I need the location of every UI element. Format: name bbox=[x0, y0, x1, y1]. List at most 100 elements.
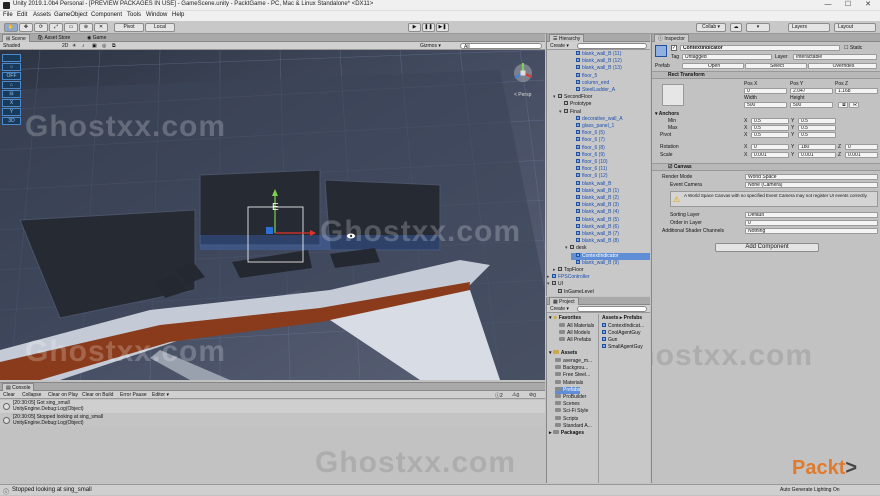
blueprint-button[interactable]: ⧈ bbox=[838, 102, 848, 108]
scene-overlay-toggle-4[interactable]: ⌂ bbox=[2, 81, 21, 89]
tag-dropdown[interactable]: Untagged bbox=[682, 54, 772, 60]
menu-help[interactable]: Help bbox=[172, 12, 184, 18]
menu-tools[interactable]: Tools bbox=[127, 12, 141, 18]
menu-file[interactable]: File bbox=[3, 12, 13, 18]
anchor-max-y-field[interactable]: 0.5 bbox=[798, 125, 836, 131]
favorites-item[interactable]: All Materials bbox=[559, 323, 594, 330]
hierarchy-item[interactable]: SteelLadder_A bbox=[571, 87, 650, 94]
play-button[interactable]: ▶ bbox=[408, 23, 421, 32]
hierarchy-item[interactable]: blank_wall_B bbox=[571, 180, 650, 188]
console-warning-count[interactable]: ⚠ 0 bbox=[512, 392, 519, 399]
anchor-min-y-field[interactable]: 0.5 bbox=[798, 118, 836, 124]
pivot-toggle[interactable]: Pivot bbox=[114, 23, 144, 32]
project-create-button[interactable]: Create ▾ bbox=[550, 306, 569, 312]
hierarchy-item[interactable]: floor_6 (10) bbox=[571, 159, 650, 166]
shading-dropdown[interactable]: Shaded bbox=[3, 43, 20, 49]
tab-asset-store[interactable]: 🛍 Asset Store bbox=[34, 34, 73, 42]
anchors-foldout[interactable]: ▾ Anchors bbox=[655, 111, 679, 117]
scene-overlay-toggle-5[interactable]: ⊟ bbox=[2, 90, 21, 98]
scene-overlay-toggle-x[interactable]: X bbox=[2, 99, 21, 107]
scene-overlay-toggle-off[interactable]: OFF bbox=[2, 72, 21, 80]
hierarchy-item[interactable]: glass_panel_1 bbox=[571, 123, 650, 130]
hierarchy-item[interactable]: blank_wall_B (12) bbox=[571, 58, 650, 65]
asset-folder-item[interactable]: ProBuilder bbox=[555, 394, 586, 401]
packages-header[interactable]: ▸ Packages bbox=[549, 430, 584, 437]
menu-window[interactable]: Window bbox=[146, 12, 167, 18]
custom-tool-button[interactable]: ✕ bbox=[94, 23, 108, 32]
hierarchy-item[interactable]: floor_6 (8) bbox=[571, 144, 650, 152]
shader-channels-dropdown[interactable]: Nothing bbox=[745, 228, 878, 234]
menu-gameobject[interactable]: GameObject bbox=[54, 12, 88, 18]
asset-folder-item[interactable]: Prefabs bbox=[555, 386, 581, 394]
tab-project[interactable]: ▦ Project bbox=[549, 297, 579, 305]
hierarchy-item[interactable]: blank_wall_B (13) bbox=[571, 65, 650, 72]
sorting-layer-dropdown[interactable]: Default bbox=[745, 212, 878, 218]
scale-tool-button[interactable]: ⤢ bbox=[49, 23, 63, 32]
hierarchy-item[interactable]: ▾ desk bbox=[565, 245, 650, 252]
hierarchy-item[interactable]: blank_wall_B (4) bbox=[571, 209, 650, 216]
minimize-button[interactable]: — bbox=[820, 0, 836, 10]
layout-dropdown[interactable]: Layout bbox=[834, 23, 876, 32]
pos-z-field[interactable]: 1.168 bbox=[835, 88, 878, 94]
persp-label[interactable]: < Persp bbox=[514, 92, 531, 98]
hierarchy-item[interactable]: blank_wall_B (5) bbox=[571, 216, 650, 224]
hierarchy-create-button[interactable]: Create ▾ bbox=[550, 43, 569, 49]
hierarchy-item[interactable]: blank_wall_B (1) bbox=[571, 187, 650, 195]
hierarchy-item[interactable]: Prototype bbox=[559, 101, 650, 108]
hierarchy-item[interactable]: blank_wall_B (8) bbox=[571, 238, 650, 245]
local-toggle[interactable]: Local bbox=[145, 23, 175, 32]
lighting-toggle-icon[interactable]: ☀ bbox=[72, 43, 76, 49]
pos-y-field[interactable]: 2.047 bbox=[790, 88, 833, 94]
audio-toggle-icon[interactable]: ♪ bbox=[82, 43, 85, 49]
hierarchy-item[interactable]: column_end bbox=[571, 79, 650, 87]
hierarchy-item[interactable]: ▸ TopFloor bbox=[553, 267, 650, 274]
render-mode-dropdown[interactable]: World Space bbox=[745, 174, 878, 180]
console-entry[interactable]: [20:30:05] Stopped looking at sing_small… bbox=[0, 414, 545, 427]
move-tool-button[interactable]: ✥ bbox=[19, 23, 33, 32]
hierarchy-item[interactable]: blank_wall_B (3) bbox=[571, 202, 650, 209]
prefab-open-button[interactable]: Open bbox=[682, 63, 744, 69]
scene-overlay-toggle-y[interactable]: Y bbox=[2, 108, 21, 116]
width-field[interactable]: 500 bbox=[744, 102, 787, 108]
hierarchy-search-input[interactable] bbox=[577, 43, 647, 49]
transform-tool-button[interactable]: ⊕ bbox=[79, 23, 93, 32]
prefab-item[interactable]: CoolAgentGuy bbox=[602, 330, 641, 337]
console-error-count[interactable]: ⊘ 0 bbox=[529, 392, 536, 399]
rotation-z-field[interactable]: 0 bbox=[845, 144, 878, 150]
console-info-count[interactable]: ⓘ 2 bbox=[495, 392, 503, 399]
scale-y-field[interactable]: 0.001 bbox=[798, 152, 836, 158]
hierarchy-item[interactable]: floor_6 (11) bbox=[571, 166, 650, 173]
hierarchy-item[interactable]: floor_5 bbox=[571, 72, 650, 80]
pos-x-field[interactable]: 0 bbox=[744, 88, 787, 94]
gizmos-dropdown[interactable]: Gizmos ▾ bbox=[420, 43, 441, 49]
anchor-max-x-field[interactable]: 0.5 bbox=[751, 125, 789, 131]
asset-folder-item[interactable]: Scenes bbox=[555, 401, 580, 408]
pivot-x-field[interactable]: 0.5 bbox=[751, 132, 789, 138]
hierarchy-item[interactable]: blank_wall_B (7) bbox=[571, 231, 650, 238]
add-component-button[interactable]: Add Component bbox=[715, 243, 819, 252]
camera-dropdown-icon[interactable]: ⧉ bbox=[112, 43, 116, 49]
asset-folder-item[interactable]: Scripts bbox=[555, 415, 578, 423]
rect-transform-header[interactable]: Rect Transform bbox=[652, 71, 880, 79]
collab-dropdown[interactable]: Collab ▾ bbox=[696, 23, 726, 32]
console-clear-button[interactable]: Clear bbox=[3, 392, 15, 398]
tab-game[interactable]: ◉ Game bbox=[84, 34, 109, 42]
layers-dropdown[interactable]: Layers bbox=[788, 23, 830, 32]
account-dropdown[interactable]: ▾ bbox=[746, 23, 770, 32]
prefab-select-button[interactable]: Select bbox=[745, 63, 807, 69]
console-editor-dropdown[interactable]: Editor ▾ bbox=[152, 392, 169, 398]
hierarchy-item[interactable]: ▾ Final bbox=[559, 108, 650, 116]
pause-button[interactable]: ❚❚ bbox=[422, 23, 435, 32]
anchor-preset-button[interactable] bbox=[662, 84, 684, 106]
favorites-item[interactable]: All Prefabs bbox=[559, 337, 591, 344]
status-message[interactable]: Stopped looking at sing_small bbox=[12, 487, 92, 493]
canvas-component-header[interactable]: ☑ Canvas bbox=[652, 163, 880, 171]
cloud-icon[interactable]: ☁ bbox=[730, 23, 742, 32]
prefab-item[interactable]: SmallAgentGuy bbox=[602, 344, 643, 351]
order-in-layer-field[interactable]: 0 bbox=[745, 220, 878, 226]
effects-toggle-icon[interactable]: ▣ bbox=[92, 43, 97, 49]
favorites-header[interactable]: ▾ ★ Favorites bbox=[549, 315, 581, 322]
scene-overlay-toggle-3d[interactable]: 3D bbox=[2, 117, 21, 125]
hierarchy-item[interactable]: floor_6 (5) bbox=[571, 130, 650, 137]
hierarchy-item[interactable]: decorative_wall_A bbox=[571, 115, 650, 123]
